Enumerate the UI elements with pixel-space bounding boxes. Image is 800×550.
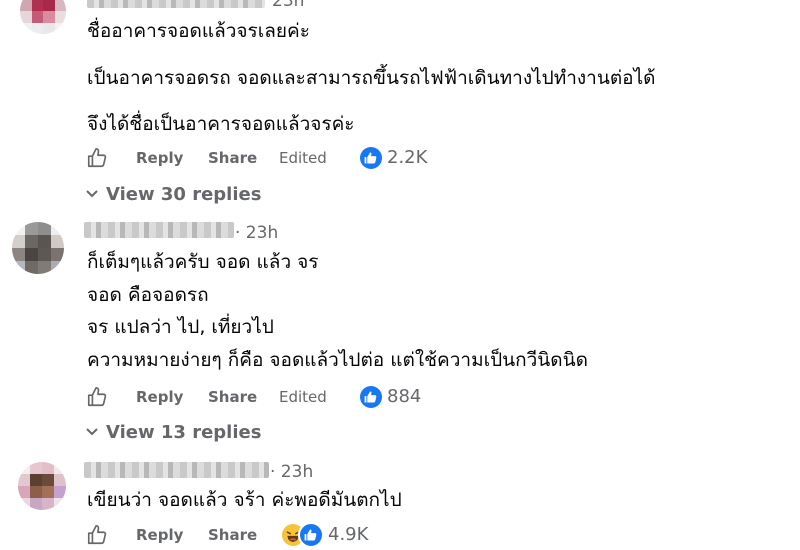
comment-text-line: เขียนว่า จอดแล้ว จร้า ค่ะพอดีมันตกไป	[87, 489, 402, 511]
reply-button[interactable]: Reply	[136, 526, 183, 544]
comment-actions: Reply Share 4.9K	[86, 522, 446, 548]
comment-time[interactable]: · 23h	[270, 462, 313, 482]
blue-like-icon	[298, 522, 324, 548]
avatar[interactable]	[18, 462, 66, 510]
comment-3: · 23h เขียนว่า จอดแล้ว จร้า ค่ะพอดีมันตก…	[0, 0, 800, 550]
thumbs-up-outline-icon[interactable]	[86, 524, 108, 546]
commenter-name-blurred[interactable]	[84, 462, 269, 478]
reaction-count: 4.9K	[328, 524, 369, 545]
share-button[interactable]: Share	[208, 526, 257, 544]
